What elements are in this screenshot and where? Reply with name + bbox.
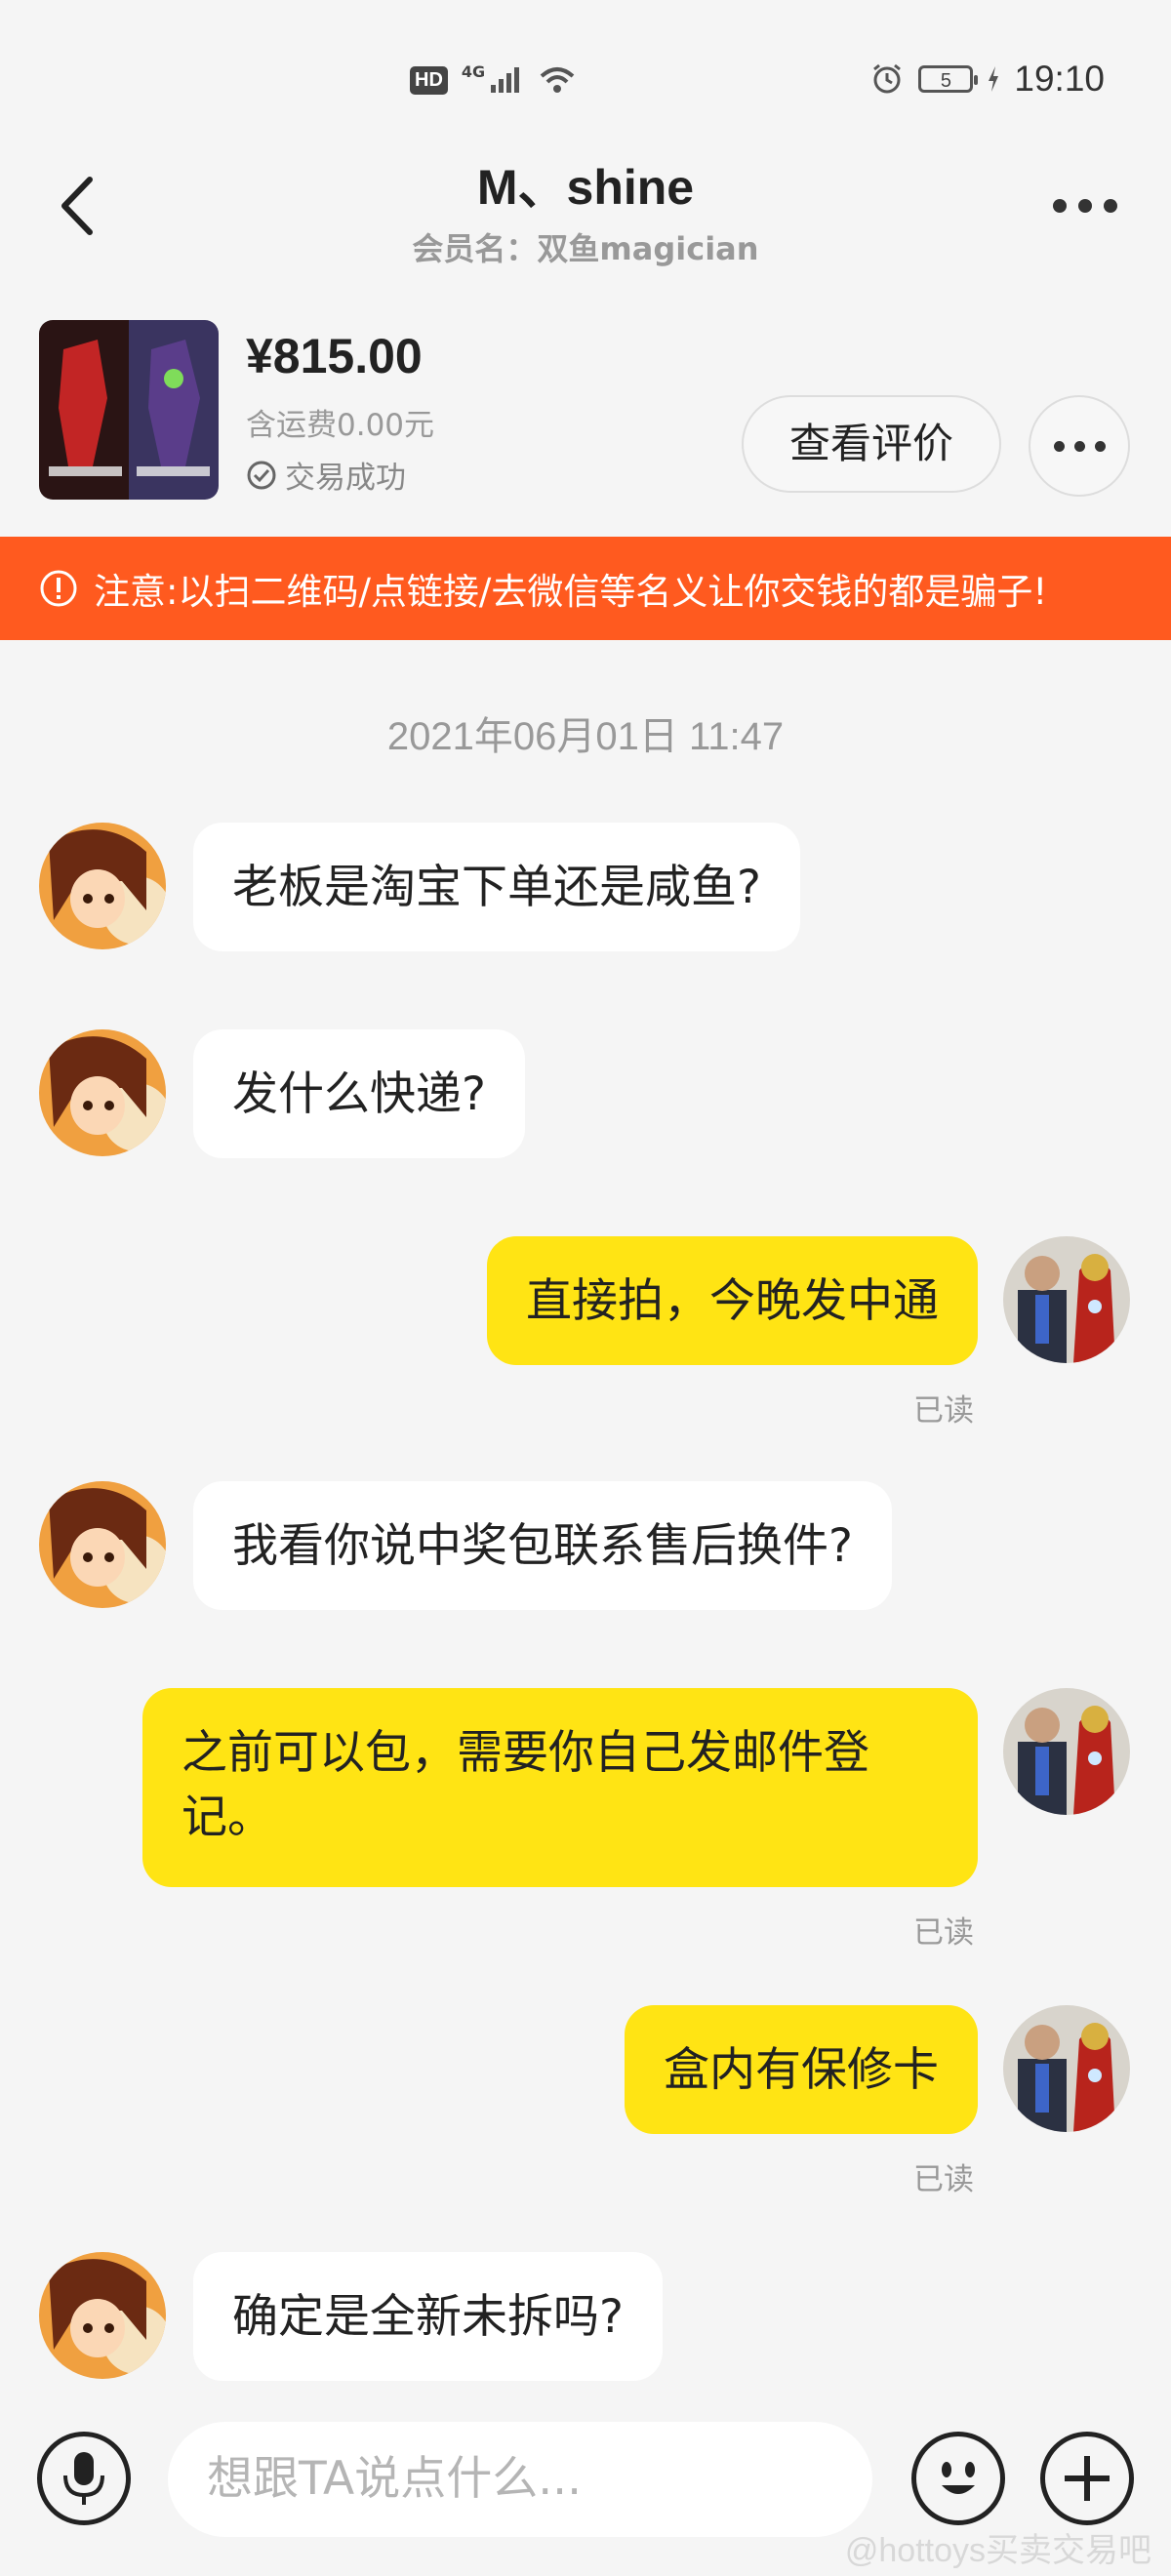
hd-badge: HD (410, 65, 448, 95)
watermark: @hottoys买卖交易吧 (844, 2532, 1151, 2569)
trade-status: 交易成功 (246, 453, 406, 497)
member-name: 会员名：双鱼magician (412, 230, 759, 267)
charging-icon (989, 66, 999, 92)
message-bubble-incoming[interactable]: 确定是全新未拆吗? (193, 2252, 663, 2381)
anime-girl-avatar-icon (39, 1029, 166, 1156)
chat-timestamp: 2021年06月01日 11:47 (386, 715, 785, 758)
message-bubble-outgoing[interactable]: 盒内有保修卡 (625, 2005, 978, 2134)
dot-icon (1078, 199, 1092, 213)
message-bubble-incoming[interactable]: 我看你说中奖包联系售后换件? (193, 1481, 892, 1610)
dot-icon (1053, 199, 1067, 213)
emoji-button[interactable] (911, 2432, 1005, 2525)
my-avatar[interactable] (1003, 1236, 1130, 1363)
iron-man-figure-avatar-icon (1003, 2005, 1130, 2132)
read-receipt: 已读 (913, 2162, 974, 2197)
product-more-button[interactable] (1029, 395, 1130, 497)
more-options-button[interactable] (1046, 181, 1124, 230)
status-bar: HD 4G 5 19:10 (0, 0, 1171, 146)
message-bubble-incoming[interactable]: 发什么快递? (193, 1029, 525, 1158)
read-receipt: 已读 (913, 1393, 974, 1429)
fraud-warning-banner: 注意:以扫二维码/点链接/去微信等名义让你交钱的都是骗子! (0, 537, 1171, 640)
warning-icon (40, 570, 77, 607)
seller-avatar[interactable] (39, 1481, 166, 1608)
dot-icon (1104, 199, 1117, 213)
chat-title: M、shine (476, 160, 695, 215)
trade-status-label: 交易成功 (285, 461, 406, 496)
plus-icon (1065, 2456, 1110, 2501)
view-review-button[interactable]: 查看评价 (742, 395, 1001, 493)
product-card: ¥815.00 含运费0.00元 交易成功 查看评价 (0, 312, 1171, 537)
clock: 19:10 (1014, 59, 1105, 99)
iron-man-figure-avatar-icon (1003, 1688, 1130, 1815)
anime-girl-avatar-icon (39, 2252, 166, 2379)
network-type: 4G (461, 61, 486, 81)
iron-man-figure-avatar-icon (1003, 1236, 1130, 1363)
voice-button[interactable] (37, 2432, 131, 2525)
message-bubble-incoming[interactable]: 老板是淘宝下单还是咸鱼? (193, 823, 800, 951)
seller-avatar[interactable] (39, 2252, 166, 2379)
check-circle-icon (247, 461, 276, 489)
read-receipt: 已读 (913, 1915, 974, 1951)
signal-icon (491, 67, 520, 93)
seller-avatar[interactable] (39, 1029, 166, 1156)
message-input[interactable]: 想跟TA说点什么... (168, 2422, 872, 2537)
product-price: ¥815.00 (246, 329, 423, 383)
dot-icon (1073, 440, 1085, 452)
product-thumbnail-icon (39, 320, 219, 500)
warning-text: 注意:以扫二维码/点链接/去微信等名义让你交钱的都是骗子! (94, 571, 1048, 613)
anime-girl-avatar-icon (39, 823, 166, 949)
dot-icon (1053, 440, 1065, 452)
smiley-face-icon (942, 2462, 975, 2494)
dot-icon (1094, 440, 1106, 452)
seller-avatar[interactable] (39, 823, 166, 949)
status-bar-right: 5 19:10 (869, 59, 1105, 100)
alarm-icon (873, 63, 902, 94)
product-image[interactable] (39, 320, 219, 500)
message-bubble-outgoing[interactable]: 直接拍，今晚发中通 (487, 1236, 978, 1365)
add-button[interactable] (1040, 2432, 1134, 2525)
shipping-fee: 含运费0.00元 (246, 408, 435, 443)
my-avatar[interactable] (1003, 2005, 1130, 2132)
my-avatar[interactable] (1003, 1688, 1130, 1815)
anime-girl-avatar-icon (39, 1481, 166, 1608)
microphone-icon (63, 2452, 104, 2505)
battery-icon: 5 (918, 65, 979, 93)
status-bar-network: HD 4G (410, 61, 577, 96)
message-bubble-outgoing[interactable]: 之前可以包，需要你自己发邮件登记。 (142, 1688, 978, 1887)
wifi-icon (540, 67, 575, 93)
